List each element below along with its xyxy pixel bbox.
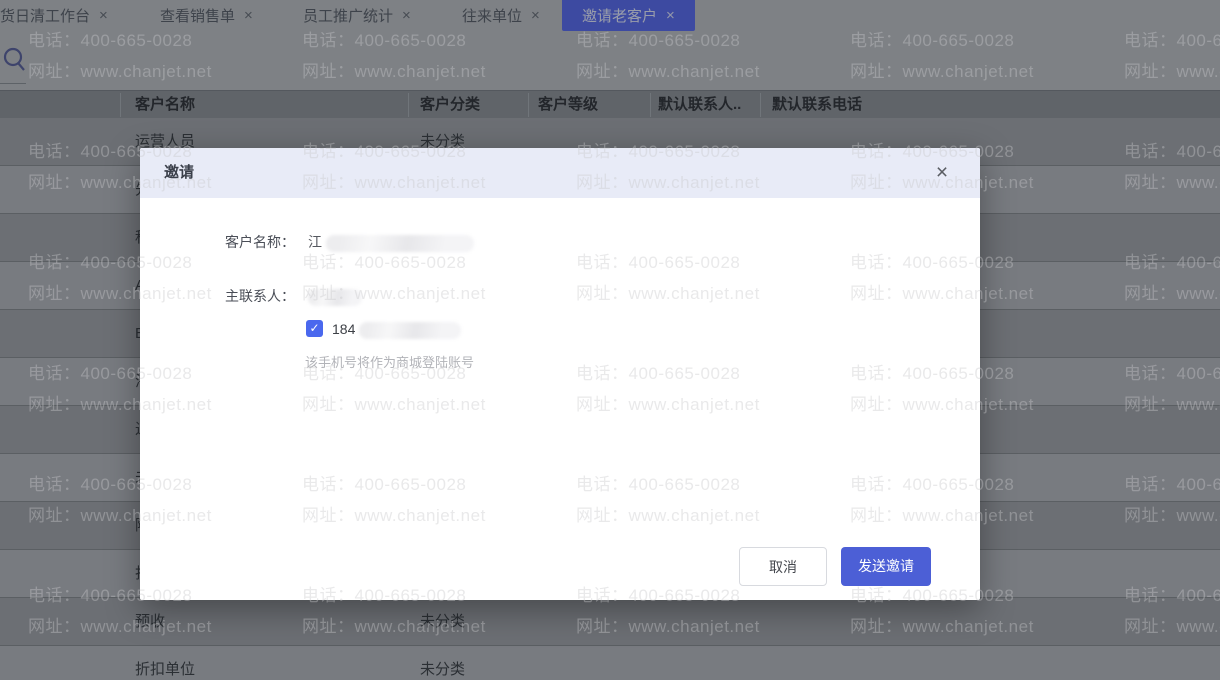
primary-contact-value [308,285,362,307]
cancel-button[interactable]: 取消 [739,547,827,586]
dialog-title: 邀请 [164,164,195,181]
hint-row: 该手机号将作为商城登陆账号 [140,354,980,376]
dialog-header: 邀请 × [140,148,980,198]
redacted-customer-name [326,234,474,252]
phone-number: 184 [332,320,462,339]
primary-contact-field: 主联系人： [140,285,980,307]
phone-checkbox[interactable]: ✓ [306,320,323,337]
close-icon[interactable]: × [930,161,954,185]
phone-hint-text: 该手机号将作为商城登陆账号 [305,355,475,370]
redacted-contact-name [308,288,362,306]
invite-dialog: 邀请 × 客户名称： 江 主联系人： ✓ 184 该手机号将作为商城登陆账号 取… [140,148,980,600]
customer-name-value: 江 [308,231,474,253]
phone-checkbox-row: ✓ 184 [140,320,980,342]
primary-contact-label: 主联系人： [225,288,295,304]
redacted-phone [359,321,462,339]
send-invite-button[interactable]: 发送邀请 [841,547,931,586]
customer-name-label: 客户名称： [225,234,295,250]
customer-name-field: 客户名称： 江 [140,231,980,253]
